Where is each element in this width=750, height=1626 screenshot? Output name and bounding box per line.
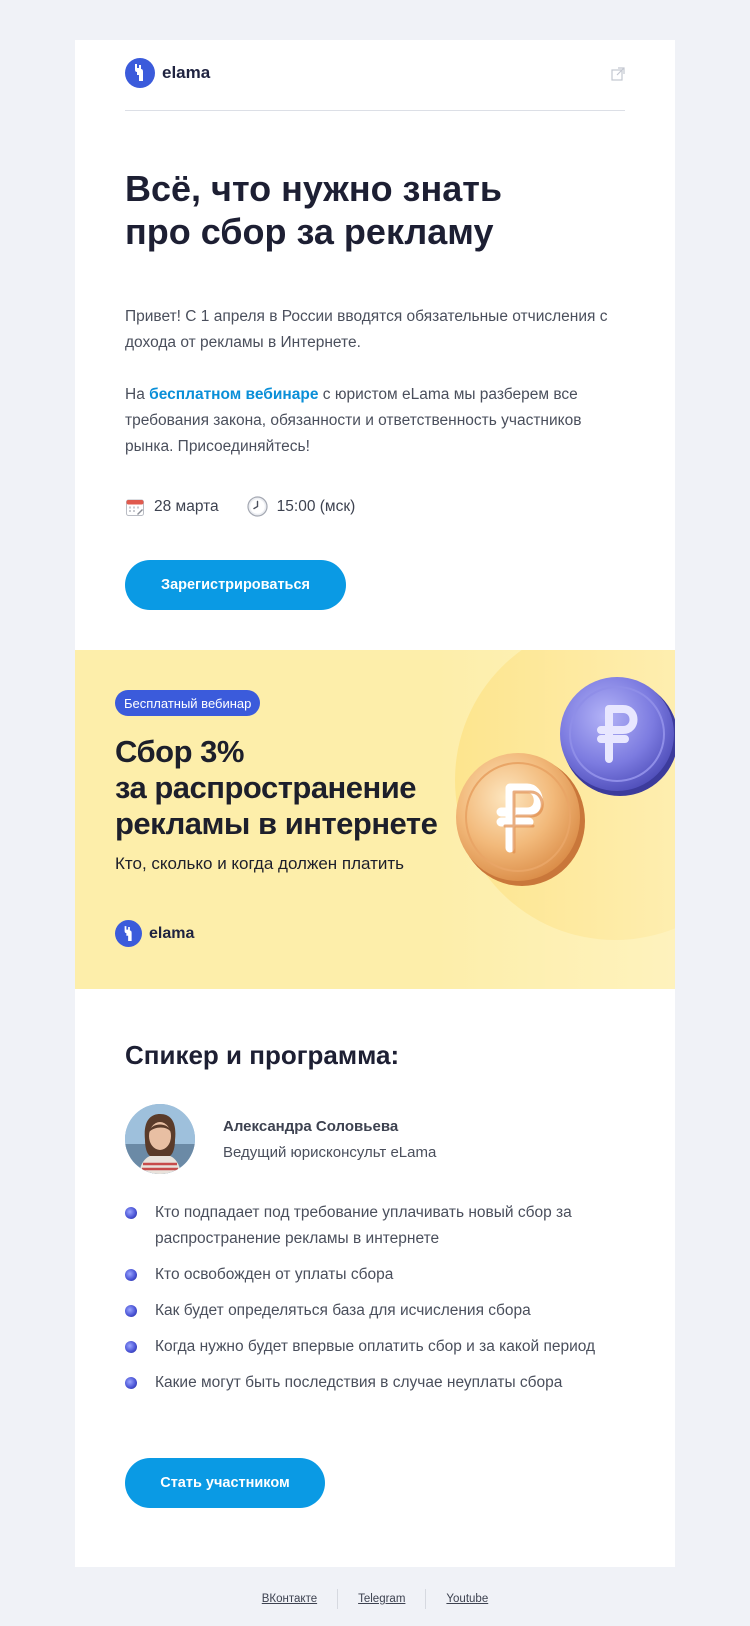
- event-date: 28 марта: [125, 497, 219, 517]
- speaker-block: Александра Соловьева Ведущий юрисконсуль…: [125, 1104, 625, 1174]
- speaker-role: Ведущий юрисконсульт eLama: [223, 1144, 437, 1161]
- footer-link-youtube[interactable]: Youtube: [426, 1593, 508, 1609]
- free-webinar-link[interactable]: бесплатном вебинаре: [149, 386, 318, 403]
- event-meta: 28 марта 15:00 (мск): [125, 496, 383, 517]
- program-heading: Спикер и программа:: [125, 1040, 400, 1070]
- bullet-dot-icon: [125, 1341, 137, 1353]
- banner-brand-name: elama: [149, 924, 195, 942]
- purple-ruble-coin-icon: [560, 677, 675, 796]
- banner-title-line-2: за распространение: [115, 770, 417, 805]
- banner-title-line-3: рекламы в интернете: [115, 806, 438, 841]
- bullet-dot-icon: [125, 1377, 137, 1389]
- footer-link-vkontakte[interactable]: ВКонтакте: [242, 1593, 337, 1609]
- register-button[interactable]: Зарегистрироваться: [125, 560, 346, 610]
- footer-link-telegram[interactable]: Telegram: [338, 1593, 425, 1609]
- date-text: 28 марта: [154, 497, 219, 515]
- agenda-item: Когда нужно будет впервые оплатить сбор …: [125, 1334, 625, 1360]
- webinar-banner[interactable]: Бесплатный вебинар Сбор 3% за распростра…: [75, 650, 675, 989]
- elama-logo[interactable]: elama: [125, 58, 210, 88]
- agenda-item-text: Кто подпадает под требование уплачивать …: [155, 1204, 572, 1247]
- agenda-item-text: Как будет определяться база для исчислен…: [155, 1302, 531, 1319]
- email-header: elama: [125, 58, 625, 111]
- agenda-item: Кто подпадает под требование уплачивать …: [125, 1200, 625, 1252]
- clock-icon: [247, 496, 268, 517]
- webinar-paragraph: На бесплатном вебинаре с юристом eLama м…: [125, 382, 625, 460]
- agenda-item-text: Кто освобожден от уплаты сбора: [155, 1266, 394, 1283]
- title-line-1: Всё, что нужно знать: [125, 168, 502, 209]
- agenda-item-text: Когда нужно будет впервые оплатить сбор …: [155, 1338, 596, 1355]
- speaker-name: Александра Соловьева: [223, 1118, 399, 1135]
- calendar-icon: [126, 499, 144, 516]
- bullet-dot-icon: [125, 1305, 137, 1317]
- join-button[interactable]: Стать участником: [125, 1458, 325, 1508]
- time-text: 15:00 (мск): [276, 497, 356, 515]
- event-time: 15:00 (мск): [247, 496, 356, 517]
- bullet-dot-icon: [125, 1207, 137, 1219]
- footer-links: ВКонтакте Telegram Youtube: [0, 1589, 750, 1609]
- agenda-item: Как будет определяться база для исчислен…: [125, 1298, 625, 1324]
- bullet-dot-icon: [125, 1269, 137, 1281]
- agenda-item: Какие могут быть последствия в случае не…: [125, 1370, 625, 1396]
- brand-name: elama: [162, 63, 211, 82]
- page-title: Всё, что нужно знать про сбор за рекламу: [125, 167, 625, 253]
- agenda-list: Кто подпадает под требование уплачивать …: [125, 1200, 625, 1406]
- p2-text-before: На: [125, 386, 150, 403]
- title-line-2: про сбор за рекламу: [125, 211, 494, 252]
- banner-title: Сбор 3% за распространение рекламы в инт…: [115, 734, 455, 842]
- llama-logo-icon: [125, 58, 155, 88]
- banner-subtitle: Кто, сколько и когда должен платить: [115, 854, 405, 873]
- agenda-item: Кто освобожден от уплаты сбора: [125, 1262, 625, 1288]
- intro-paragraph: Привет! С 1 апреля в России вводятся обя…: [125, 308, 608, 351]
- banner-title-line-1: Сбор 3%: [115, 734, 244, 769]
- open-in-browser-icon[interactable]: [611, 67, 625, 81]
- agenda-item-text: Какие могут быть последствия в случае не…: [155, 1374, 563, 1391]
- speaker-avatar: [125, 1104, 195, 1174]
- llama-logo-icon: [115, 920, 142, 947]
- free-webinar-badge: Бесплатный вебинар: [115, 690, 261, 716]
- email-card: elama Всё, что нужно знать про сбор за р…: [75, 40, 675, 1567]
- banner-elama-logo: elama: [115, 920, 194, 947]
